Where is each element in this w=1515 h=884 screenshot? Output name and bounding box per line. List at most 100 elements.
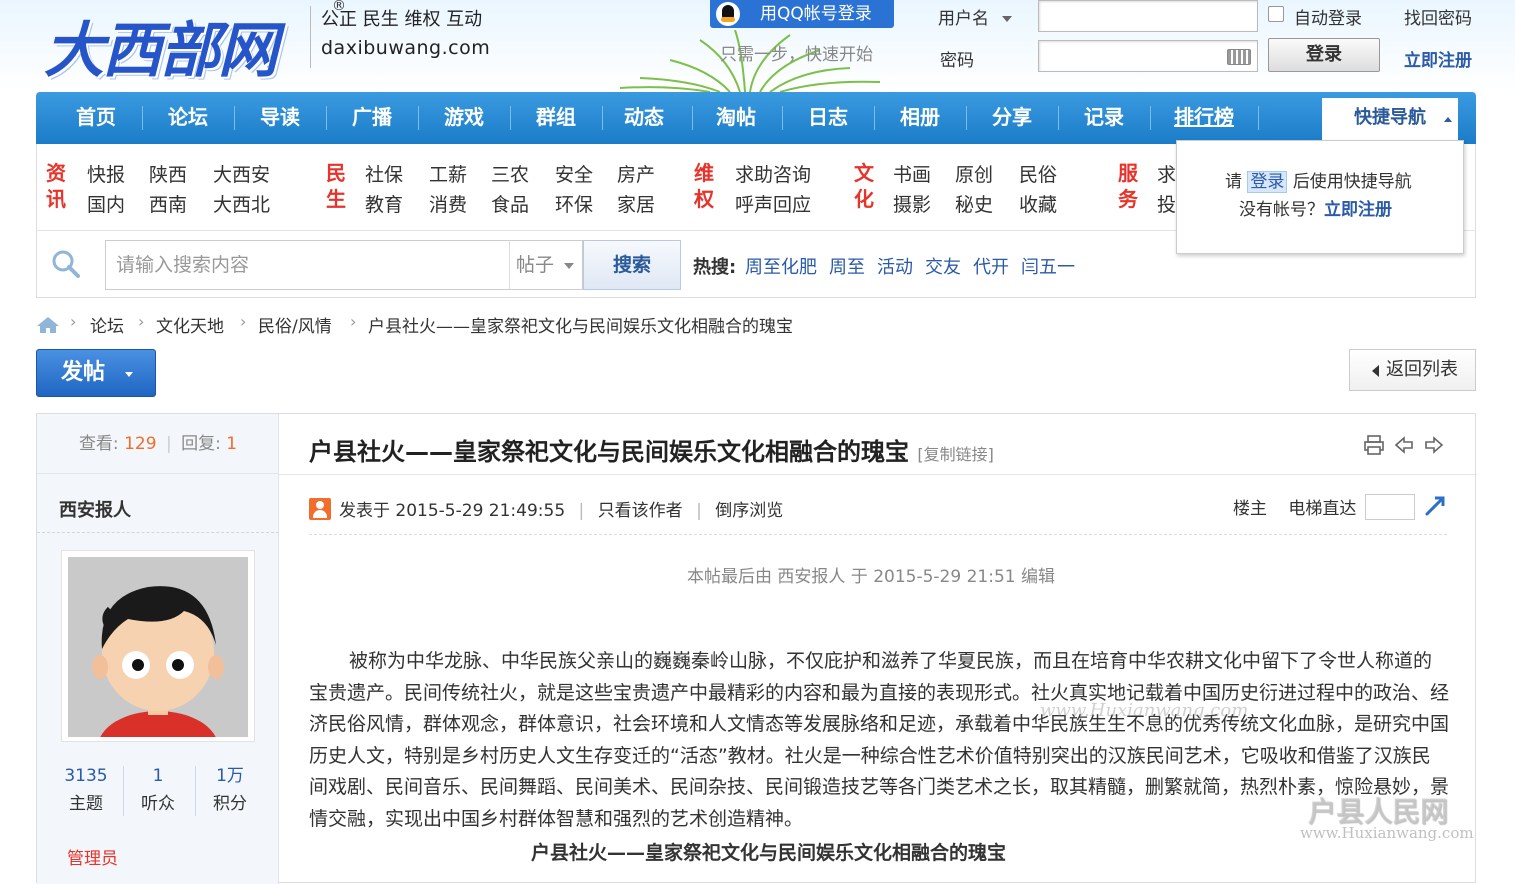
auto-login-checkbox[interactable] <box>1268 6 1284 22</box>
submenu-link-wages[interactable]: 工薪 <box>429 160 467 187</box>
submenu-link-social-security[interactable]: 社保 <box>365 160 403 187</box>
hot-search-link[interactable]: 闫五一 <box>1021 253 1075 279</box>
submenu-link-folklore[interactable]: 民俗 <box>1019 160 1057 187</box>
submenu-link-domestic[interactable]: 国内 <box>87 190 125 217</box>
submenu-link-painting[interactable]: 书画 <box>893 160 931 187</box>
nav-item-share[interactable]: 分享 <box>966 92 1058 144</box>
quick-nav-register-link[interactable]: 立即注册 <box>1324 200 1392 220</box>
hot-search-link[interactable]: 周至 <box>829 253 865 279</box>
submenu-link-shaanxi[interactable]: 陕西 <box>149 160 187 187</box>
post-body: 被称为中华龙脉、中华民族父亲山的巍巍秦岭山脉，不仅庇护和滋养了华夏民族，而且在培… <box>309 650 1450 830</box>
breadcrumb-folklore[interactable]: 民俗/风情 <box>258 312 332 337</box>
hot-search-link[interactable]: 周至化肥 <box>745 253 817 279</box>
go-arrow-icon[interactable] <box>1423 494 1447 518</box>
breadcrumb-culture[interactable]: 文化天地 <box>156 312 224 337</box>
submenu-link-xian[interactable]: 大西安 <box>213 160 270 187</box>
reverse-order-link[interactable]: 倒序浏览 <box>715 501 783 521</box>
chevron-left-icon <box>1372 365 1379 377</box>
nav-item-groups[interactable]: 群组 <box>510 92 602 144</box>
category-culture-char2: 化 <box>854 187 874 211</box>
submenu-link-collection[interactable]: 收藏 <box>1019 190 1057 217</box>
quick-nav-tab[interactable]: 快捷导航 <box>1322 98 1458 144</box>
chevron-down-icon <box>564 263 574 269</box>
submenu-link-education[interactable]: 教育 <box>365 190 403 217</box>
submenu-link-help[interactable]: 求助咨询 <box>735 160 811 187</box>
author-stat-label: 积分 <box>213 794 247 814</box>
submenu-link-service-2[interactable]: 投 <box>1157 190 1176 217</box>
search-type-select[interactable]: 帖子 <box>509 240 583 290</box>
qq-login-label: 用QQ帐号登录 <box>760 4 872 24</box>
nav-item-collections[interactable]: 淘帖 <box>690 92 782 144</box>
hot-search-link[interactable]: 代开 <box>973 253 1009 279</box>
title-divider <box>279 474 1477 475</box>
breadcrumb: › 论坛 › 文化天地 › 民俗/风情 › 户县社火——皇家祭祀文化与民间娱乐文… <box>36 312 936 337</box>
nav-item-records[interactable]: 记录 <box>1058 92 1150 144</box>
breadcrumb-current-thread[interactable]: 户县社火——皇家祭祀文化与民间娱乐文化相融合的瑰宝 <box>368 312 793 337</box>
floor-jump-input[interactable] <box>1365 494 1415 520</box>
submenu-link-consumption[interactable]: 消费 <box>429 190 467 217</box>
replies-label: 回复: <box>181 434 221 454</box>
print-icon[interactable] <box>1363 434 1385 456</box>
submenu-link-photo[interactable]: 摄影 <box>893 190 931 217</box>
only-author-link[interactable]: 只看该作者 <box>598 501 683 521</box>
breadcrumb-forum[interactable]: 论坛 <box>90 312 124 337</box>
nav-item-ranking[interactable]: 排行榜 <box>1158 92 1250 144</box>
breadcrumb-separator-icon: › <box>240 312 247 331</box>
submenu-link-history[interactable]: 秘史 <box>955 190 993 217</box>
nav-item-album[interactable]: 相册 <box>874 92 966 144</box>
site-logo[interactable]: 大西部网 ® <box>44 0 346 86</box>
submenu-link-service-1[interactable]: 求 <box>1157 160 1176 187</box>
submenu-link-original[interactable]: 原创 <box>955 160 993 187</box>
back-to-list-button[interactable]: 返回列表 <box>1349 349 1476 391</box>
search-button[interactable]: 搜索 <box>583 240 681 290</box>
avatar[interactable] <box>61 550 255 742</box>
breadcrumb-separator-icon: › <box>138 312 145 331</box>
copy-link-button[interactable]: [复制链接] <box>917 445 994 464</box>
category-rights-char1: 维 <box>694 161 714 185</box>
username-type-select[interactable]: 用户名 <box>938 4 1013 29</box>
qq-login-button[interactable]: 用QQ帐号登录 <box>710 0 894 28</box>
author-stat-points[interactable]: 1万 积分 <box>195 762 265 818</box>
submenu-link-safety[interactable]: 安全 <box>555 160 593 187</box>
nav-item-feed[interactable]: 动态 <box>598 92 690 144</box>
submenu-link-express[interactable]: 快报 <box>87 160 125 187</box>
password-input[interactable] <box>1038 40 1258 72</box>
submenu-link-environment[interactable]: 环保 <box>555 190 593 217</box>
author-stat-followers[interactable]: 1 听众 <box>123 762 193 818</box>
find-password-link[interactable]: 找回密码 <box>1404 4 1472 29</box>
login-button[interactable]: 登录 <box>1268 38 1380 72</box>
nav-item-forum[interactable]: 论坛 <box>142 92 234 144</box>
category-service-char1: 服 <box>1118 161 1138 185</box>
submenu-link-home[interactable]: 家居 <box>617 190 655 217</box>
next-thread-icon[interactable] <box>1423 434 1445 456</box>
register-link[interactable]: 立即注册 <box>1404 46 1472 71</box>
meta-divider: | <box>696 501 702 521</box>
nav-item-guide[interactable]: 导读 <box>234 92 326 144</box>
nav-item-blog[interactable]: 日志 <box>782 92 874 144</box>
quick-nav-login-link[interactable]: 登录 <box>1247 171 1288 193</box>
main-nav: 首页 论坛 导读 广播 游戏 群组 动态 淘帖 日志 相册 分享 记录 排行榜 … <box>36 92 1476 144</box>
submenu-link-northwest[interactable]: 大西北 <box>213 190 270 217</box>
hot-search-link[interactable]: 活动 <box>877 253 913 279</box>
nav-item-games[interactable]: 游戏 <box>418 92 510 144</box>
hot-search-link[interactable]: 交友 <box>925 253 961 279</box>
logo-text: 大西部网 <box>44 16 278 86</box>
nav-item-broadcast[interactable]: 广播 <box>326 92 418 144</box>
submenu-link-property[interactable]: 房产 <box>617 160 655 187</box>
submenu-link-agriculture[interactable]: 三农 <box>491 160 529 187</box>
home-icon[interactable] <box>36 316 60 334</box>
search-input[interactable]: 请输入搜索内容 <box>105 240 509 290</box>
author-name[interactable]: 西安报人 <box>59 496 131 522</box>
stats-divider: | <box>165 434 172 454</box>
author-role[interactable]: 管理员 <box>67 844 118 869</box>
previous-thread-icon[interactable] <box>1393 434 1415 456</box>
submenu-link-response[interactable]: 呼声回应 <box>735 190 811 217</box>
new-post-button[interactable]: 发帖 <box>36 349 156 397</box>
nav-item-home[interactable]: 首页 <box>50 92 142 144</box>
submenu-link-food[interactable]: 食品 <box>491 190 529 217</box>
username-input[interactable] <box>1038 0 1258 32</box>
qq-penguin-icon <box>716 2 740 26</box>
submenu-link-southwest[interactable]: 西南 <box>149 190 187 217</box>
author-stat-topics[interactable]: 3135 主题 <box>51 762 121 818</box>
keyboard-icon[interactable] <box>1227 49 1251 65</box>
